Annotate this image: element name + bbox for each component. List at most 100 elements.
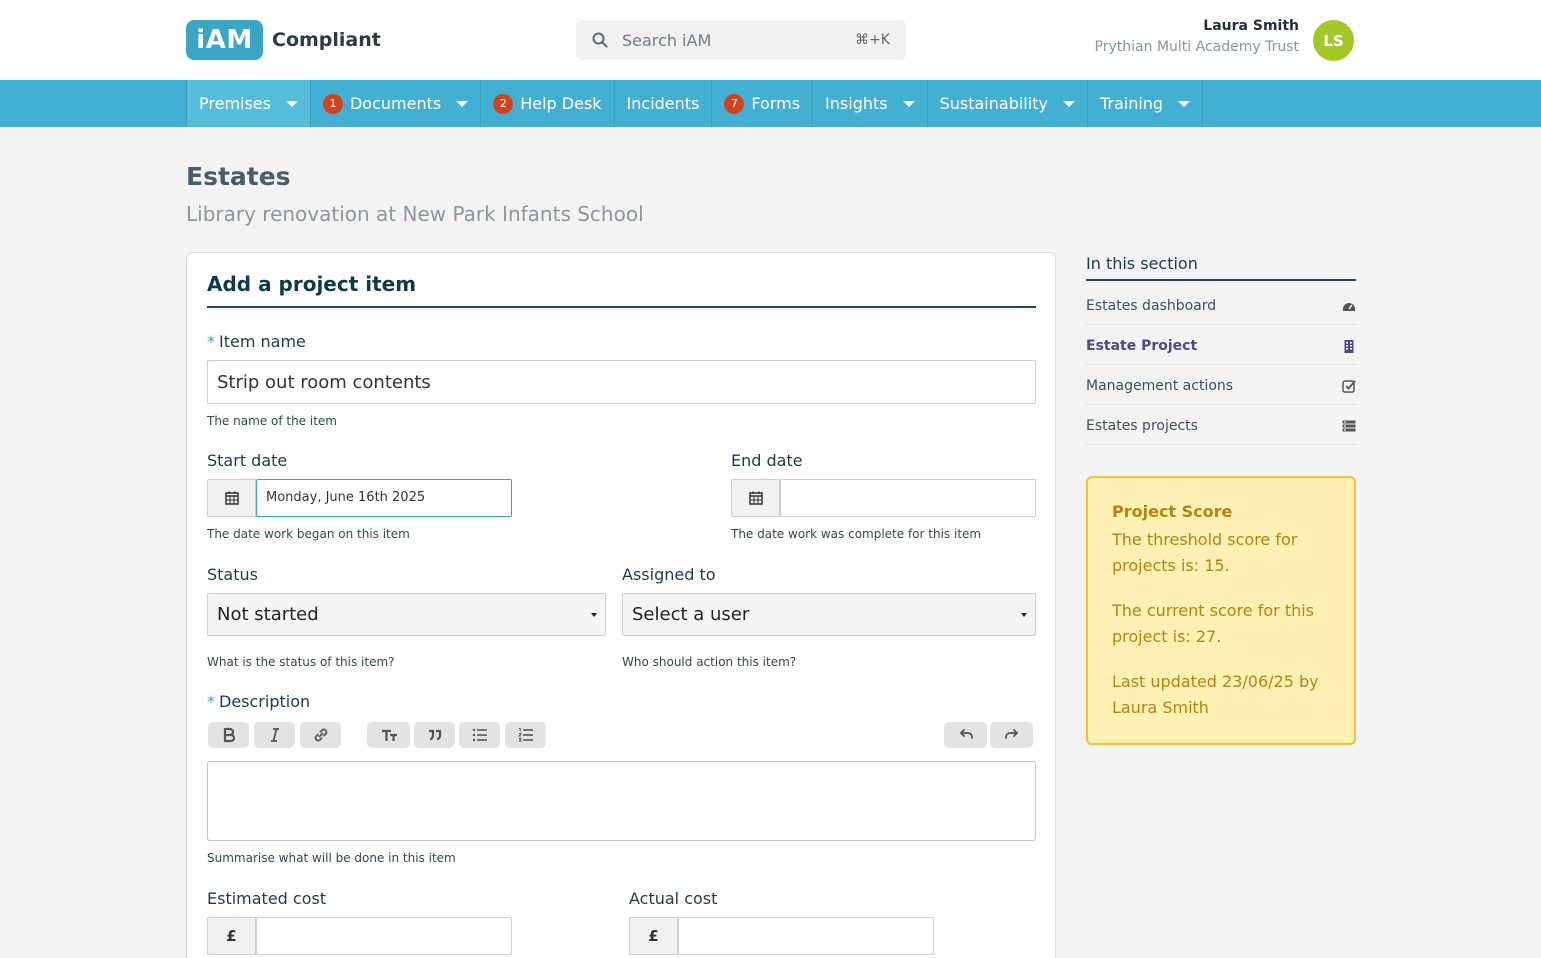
nav-sustainability[interactable]: Sustainability: [928, 80, 1088, 127]
nav-label: Training: [1099, 94, 1164, 113]
actual-cost-label: Actual cost: [629, 889, 718, 908]
sidebar-item-label: Estate Project: [1086, 338, 1198, 354]
caret-down-icon: [1062, 100, 1075, 107]
project-score-panel: Project Score The threshold score for pr…: [1086, 476, 1356, 745]
item-name-label: * Item name: [207, 332, 306, 351]
nav-label: Forms: [751, 94, 801, 113]
nav-insights[interactable]: Insights: [813, 80, 928, 127]
required-marker: *: [207, 692, 215, 711]
bullet-list-button[interactable]: [459, 722, 500, 748]
nav-label: Sustainability: [939, 94, 1048, 113]
last-updated-text: Last updated 23/06/25 by Laura Smith: [1112, 672, 1319, 717]
form-title: Add a project item: [207, 272, 417, 296]
currency-addon: £: [629, 917, 678, 955]
item-name-value: Strip out room contents: [217, 372, 431, 393]
nav-training[interactable]: Training: [1088, 80, 1204, 127]
user-name: Laura Smith: [1203, 18, 1299, 34]
page-title: Estates: [186, 162, 291, 191]
quote-button[interactable]: [414, 722, 455, 748]
calendar-button[interactable]: [207, 479, 256, 517]
logo-mark: iAM: [186, 20, 263, 60]
nav-label: Documents: [349, 94, 442, 113]
link-button[interactable]: [300, 722, 341, 748]
status-value: Not started: [217, 604, 319, 625]
nav-documents[interactable]: 1 Documents: [311, 80, 482, 127]
redo-icon: [1004, 729, 1018, 739]
dashboard-icon: [1343, 303, 1355, 311]
nav-forms[interactable]: 7 Forms: [712, 80, 814, 127]
status-help: What is the status of this item?: [207, 655, 395, 669]
calendar-icon: [748, 491, 763, 505]
sidebar-item-label: Estates projects: [1086, 418, 1198, 434]
calendar-button[interactable]: [731, 479, 780, 517]
start-date-label: Start date: [207, 451, 288, 470]
nav-help-desk[interactable]: 2 Help Desk: [481, 80, 615, 127]
caret-down-icon: [456, 100, 469, 107]
search-input[interactable]: Search iAM ⌘+K: [576, 20, 906, 60]
user-organisation: Prythian Multi Academy Trust: [1094, 39, 1299, 55]
item-name-help: The name of the item: [207, 414, 337, 428]
status-label: Status: [207, 565, 258, 584]
search-placeholder: Search iAM: [622, 31, 712, 50]
nav-label: Incidents: [626, 94, 700, 113]
checkbox-icon: [1342, 380, 1356, 393]
sidebar-item-estate-project[interactable]: Estate Project: [1086, 325, 1356, 365]
sidebar-item-estates-dashboard[interactable]: Estates dashboard: [1086, 285, 1356, 325]
estimated-cost-label: Estimated cost: [207, 889, 327, 908]
italic-icon: [270, 728, 279, 742]
numbered-list-icon: [517, 728, 533, 742]
section-nav-title: In this section: [1086, 254, 1198, 273]
caret-down-icon: [902, 100, 915, 107]
count-badge: 7: [724, 93, 745, 114]
page-subtitle: Library renovation at New Park Infants S…: [186, 202, 644, 226]
logo-text: Compliant: [272, 29, 381, 51]
assigned-to-help: Who should action this item?: [622, 655, 797, 669]
end-date-label: End date: [731, 451, 803, 470]
numbered-list-button[interactable]: [505, 722, 546, 748]
sidebar-item-estates-projects[interactable]: Estates projects: [1086, 405, 1356, 445]
caret-down-icon: [285, 100, 298, 107]
logo[interactable]: iAM Compliant: [186, 20, 381, 60]
label-text: Description: [219, 692, 311, 711]
sidebar-item-management-actions[interactable]: Management actions: [1086, 365, 1356, 405]
undo-button[interactable]: [944, 722, 987, 748]
link-icon: [314, 728, 327, 742]
nav-incidents[interactable]: Incidents: [615, 80, 713, 127]
currency-addon: £: [207, 917, 256, 955]
estimated-cost-input[interactable]: [256, 917, 512, 955]
divider: [1086, 279, 1356, 281]
score-title: Project Score: [1112, 502, 1233, 521]
sidebar-item-label: Estates dashboard: [1086, 298, 1217, 314]
actual-cost-input[interactable]: [678, 917, 934, 955]
quote-icon: [428, 729, 441, 741]
redo-button[interactable]: [990, 722, 1033, 748]
assigned-to-value: Select a user: [632, 604, 750, 625]
divider: [207, 306, 1036, 308]
description-editor[interactable]: [207, 761, 1036, 841]
item-name-input[interactable]: Strip out room contents: [207, 360, 1036, 404]
start-date-input[interactable]: Monday, June 16th 2025: [256, 479, 512, 517]
avatar[interactable]: LS: [1313, 20, 1354, 61]
building-icon: [1344, 340, 1354, 353]
main-nav: Premises 1 Documents 2 Help Desk Incidents…: [0, 80, 1541, 127]
bold-button[interactable]: [208, 722, 249, 748]
end-date-input[interactable]: [780, 479, 1036, 517]
undo-icon: [959, 729, 973, 739]
caret-down-icon: [1021, 613, 1027, 617]
italic-button[interactable]: [254, 722, 295, 748]
heading-button[interactable]: [367, 722, 410, 748]
label-text: Item name: [219, 332, 306, 351]
assigned-to-label: Assigned to: [622, 565, 716, 584]
assigned-to-select[interactable]: Select a user: [622, 593, 1036, 636]
project-item-form: Add a project item * Item name Strip out …: [186, 252, 1056, 958]
description-label: * Description: [207, 692, 310, 711]
current-score-text: The current score for this project is: 2…: [1112, 601, 1315, 646]
end-date-help: The date work was complete for this item: [731, 527, 982, 541]
status-select[interactable]: Not started: [207, 593, 606, 636]
threshold-score-text: The threshold score for projects is: 15.: [1112, 530, 1298, 575]
user-info[interactable]: Laura Smith Prythian Multi Academy Trust: [1095, 18, 1299, 55]
start-date-value: Monday, June 16th 2025: [266, 490, 426, 505]
nav-premises[interactable]: Premises: [187, 80, 311, 127]
start-date-help: The date work began on this item: [207, 527, 410, 541]
nav-label: Insights: [825, 94, 888, 113]
